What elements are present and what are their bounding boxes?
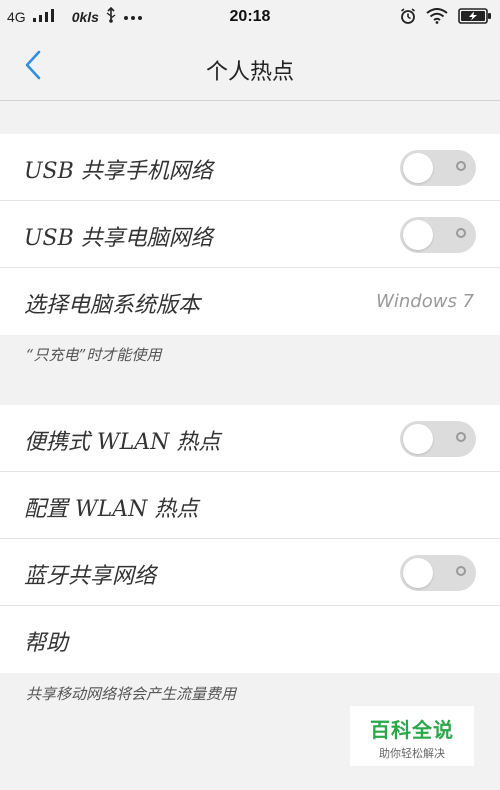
watermark-subtitle: 助你轻松解决	[379, 747, 445, 760]
toggle-off-indicator-icon	[456, 432, 466, 442]
row-label: 便携式 WLAN 热点	[24, 430, 221, 455]
page-title: 个人热点	[205, 60, 294, 85]
row-usb-share-pc-network[interactable]: USB 共享电脑网络	[0, 201, 500, 268]
status-bar: 4G 0kls 20:18	[0, 0, 500, 34]
toggle-off-indicator-icon	[456, 228, 466, 238]
row-bluetooth-share-network[interactable]: 蓝牙共享网络	[0, 539, 500, 606]
hotspot-settings-group: 便携式 WLAN 热点 配置 WLAN 热点 蓝牙共享网络 帮助	[0, 405, 500, 673]
toggle-knob	[403, 153, 433, 183]
battery-charging-icon	[458, 8, 492, 28]
bluetooth-share-network-toggle[interactable]	[400, 555, 476, 591]
row-label: USB 共享电脑网络	[24, 226, 213, 251]
row-usb-share-phone-network[interactable]: USB 共享手机网络	[0, 134, 500, 201]
row-label: 选择电脑系统版本	[24, 293, 201, 318]
row-select-pc-os-version[interactable]: 选择电脑系统版本 Windows 7	[0, 268, 500, 335]
watermark-logo: 百科全说 助你轻松解决	[350, 706, 474, 766]
os-version-value: Windows 7	[376, 291, 474, 312]
usb-settings-group: USB 共享手机网络 USB 共享电脑网络 选择电脑系统版本 Windows 7	[0, 134, 500, 335]
row-label: 帮助	[24, 631, 69, 656]
charge-only-note: “只充电”时才能使用	[26, 346, 162, 364]
toggle-off-indicator-icon	[456, 161, 466, 171]
watermark-title: 百科全说	[370, 718, 454, 742]
row-label: 蓝牙共享网络	[24, 564, 157, 589]
portable-wlan-hotspot-toggle[interactable]	[400, 421, 476, 457]
wifi-icon	[426, 8, 448, 28]
row-label: 配置 WLAN 热点	[24, 497, 199, 522]
toggle-knob	[403, 220, 433, 250]
data-charge-note: 共享移动网络将会产生流量费用	[26, 685, 237, 703]
toggle-knob	[403, 424, 433, 454]
row-label: USB 共享手机网络	[24, 159, 213, 184]
toggle-knob	[403, 558, 433, 588]
row-configure-wlan-hotspot[interactable]: 配置 WLAN 热点	[0, 472, 500, 539]
toggle-off-indicator-icon	[456, 566, 466, 576]
nav-bar: 个人热点	[0, 34, 500, 101]
row-help[interactable]: 帮助	[0, 606, 500, 673]
usb-share-phone-network-toggle[interactable]	[400, 150, 476, 186]
row-portable-wlan-hotspot[interactable]: 便携式 WLAN 热点	[0, 405, 500, 472]
status-right	[400, 8, 492, 28]
usb-share-pc-network-toggle[interactable]	[400, 217, 476, 253]
alarm-icon	[400, 8, 416, 28]
